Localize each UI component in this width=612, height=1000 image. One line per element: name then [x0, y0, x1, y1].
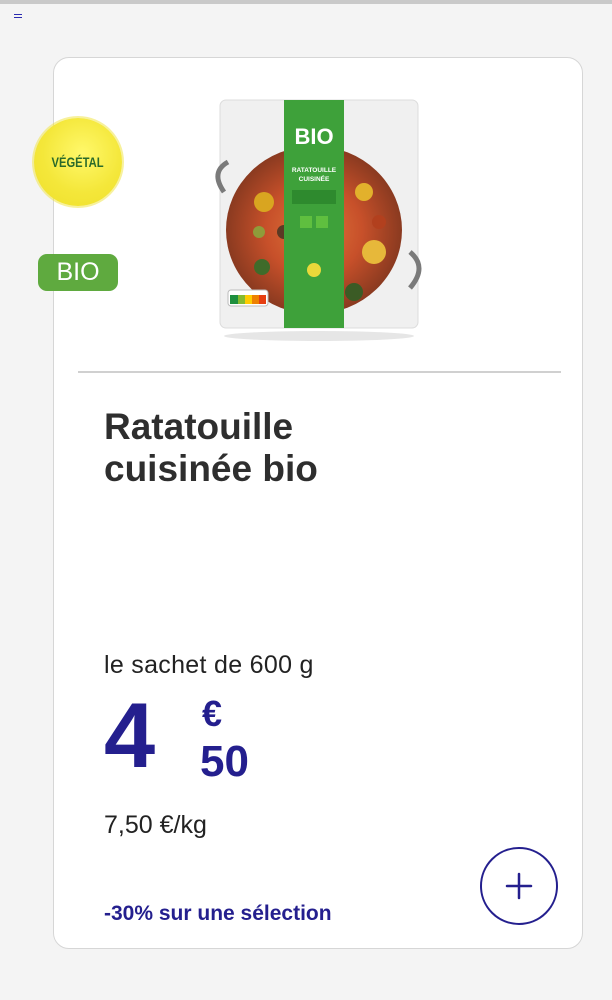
vegetal-badge-label: VÉGÉTAL [51, 154, 105, 170]
product-image[interactable]: BIO RATATOUILLE CUISINÉE [214, 92, 424, 344]
price-integer: 4 [104, 685, 156, 787]
product-card[interactable]: VÉGÉTAL BIO BIO RATATOUILLE CUISINÉE Rat… [34, 57, 583, 949]
product-title-line1: Ratatouille [104, 406, 294, 447]
product-title[interactable]: Ratatouille cuisinée bio [104, 406, 524, 490]
price-decimals: 50 [200, 737, 249, 786]
bio-badge: BIO [38, 254, 118, 291]
price-per-kg: 7,50 €/kg [104, 811, 207, 839]
package-name-line2: CUISINÉE [299, 174, 330, 183]
divider [78, 371, 561, 373]
promo-text[interactable]: -30% sur une sélection [104, 902, 332, 926]
top-bar [0, 0, 612, 4]
package-brand: BIO [294, 124, 333, 149]
bio-badge-label: BIO [56, 258, 100, 286]
package-name-line1: RATATOUILLE [292, 167, 337, 174]
plus-icon [505, 872, 533, 900]
price-currency: € [202, 693, 223, 734]
add-to-cart-button[interactable] [480, 847, 558, 925]
product-unit: le sachet de 600 g [104, 651, 314, 679]
product-title-line2: cuisinée bio [104, 448, 318, 489]
vegetal-badge: VÉGÉTAL [34, 118, 122, 206]
menu-icon[interactable] [14, 14, 22, 20]
